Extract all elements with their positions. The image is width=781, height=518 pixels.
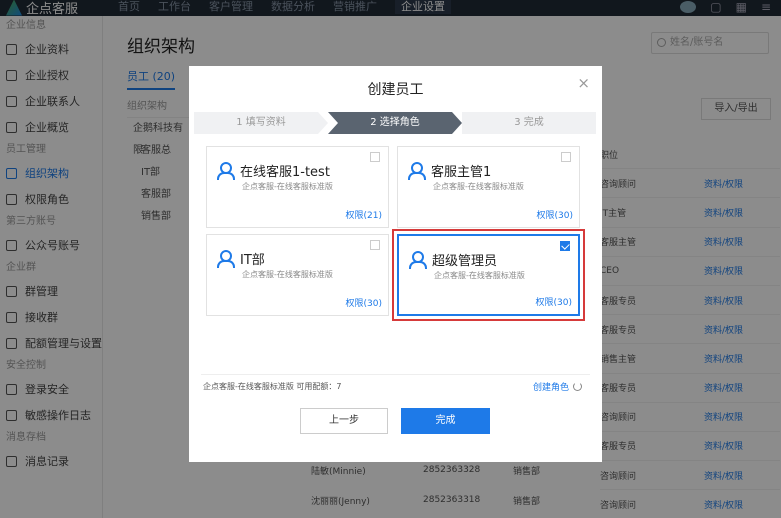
role-card[interactable]: 客服主管1 企点客服-在线客服标准版 权限(30) — [397, 146, 580, 228]
step-select-role: 2 选择角色 — [328, 112, 462, 134]
role-name: IT部 — [240, 253, 265, 268]
role-permissions-link[interactable]: 权限(21) — [346, 208, 382, 221]
role-card-selected[interactable]: 超级管理员 企点客服-在线客服标准版 权限(30) — [397, 234, 580, 316]
previous-step-button[interactable]: 上一步 — [300, 408, 388, 434]
role-checkbox[interactable] — [370, 240, 380, 250]
divider — [201, 374, 590, 375]
role-edition: 企点客服-在线客服标准版 — [242, 270, 333, 279]
user-icon — [408, 162, 426, 180]
role-checkbox[interactable] — [561, 152, 571, 162]
step-fill-info: 1 填写资料 — [194, 112, 328, 134]
dialog-title: 创建员工 — [367, 82, 424, 98]
finish-button[interactable]: 完成 — [401, 408, 490, 434]
role-edition: 企点客服-在线客服标准版 — [242, 182, 333, 191]
user-icon — [217, 250, 235, 268]
role-name: 客服主管1 — [431, 165, 492, 180]
role-name: 超级管理员 — [432, 254, 498, 269]
quota-info: 企点客服-在线客服标准版 可用配额：7 — [203, 382, 342, 391]
role-edition: 企点客服-在线客服标准版 — [433, 182, 524, 191]
role-checkbox[interactable] — [370, 152, 380, 162]
user-icon — [217, 162, 235, 180]
step-indicator: 1 填写资料 2 选择角色 3 完成 — [194, 112, 596, 134]
role-card[interactable]: 在线客服1-test 企点客服-在线客服标准版 权限(21) — [206, 146, 389, 228]
create-employee-dialog: 创建员工 × 1 填写资料 2 选择角色 3 完成 在线客服1-test 企点客… — [189, 66, 602, 462]
step-complete: 3 完成 — [462, 112, 596, 134]
create-role-label: 创建角色 — [532, 383, 569, 393]
create-role-link[interactable]: 创建角色 — [533, 380, 582, 393]
role-name: 在线客服1-test — [240, 165, 330, 180]
role-checkbox-checked[interactable] — [560, 241, 570, 251]
role-permissions-link[interactable]: 权限(30) — [346, 296, 382, 309]
user-icon — [409, 251, 427, 269]
role-permissions-link[interactable]: 权限(30) — [536, 295, 572, 308]
role-permissions-link[interactable]: 权限(30) — [537, 208, 573, 221]
role-edition: 企点客服-在线客服标准版 — [434, 271, 525, 280]
refresh-icon[interactable] — [573, 382, 582, 391]
app-window: 企点客服 首页 工作台 客户管理 数据分析 营销推广 企业设置 ▢ ▦ ≡ 企业… — [0, 0, 781, 518]
close-icon[interactable]: × — [577, 74, 590, 92]
role-card[interactable]: IT部 企点客服-在线客服标准版 权限(30) — [206, 234, 389, 316]
